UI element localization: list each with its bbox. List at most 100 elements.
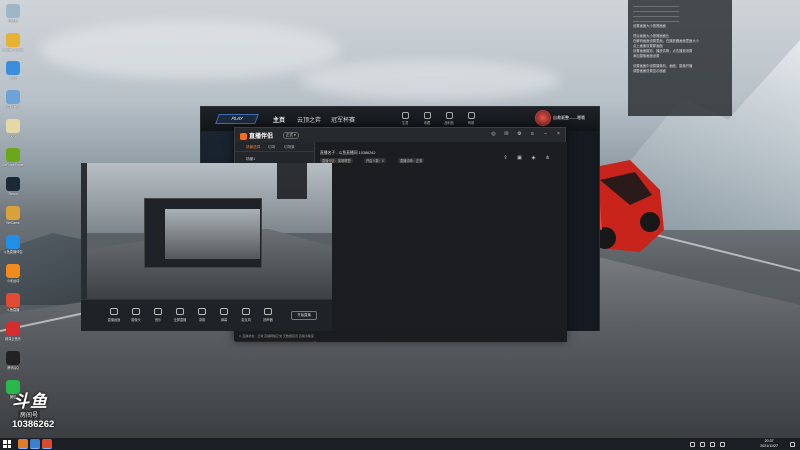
bottom-toolbar-button[interactable]: 直播画面 [105, 308, 123, 322]
tool-label: 收藏 [423, 121, 431, 125]
start-live-button[interactable]: 开始直播 [291, 311, 317, 320]
bottom-toolbar-label: 录制 [198, 318, 206, 322]
desktop-icon[interactable]: WeGame [2, 206, 24, 225]
wallpaper-cloud [300, 60, 560, 100]
version-dropdown[interactable]: 正式 ▾ [283, 132, 299, 139]
desktop-icon-label: 网易云音乐 [5, 337, 21, 341]
app-icon [6, 119, 20, 133]
app-icon [6, 4, 20, 18]
bottom-toolbar-button[interactable]: 弹幕 [215, 308, 233, 322]
taskbar-app-game[interactable] [30, 439, 40, 449]
desktop-icon[interactable]: 小米运动 [2, 264, 24, 283]
settings-icon[interactable]: ⚙ [516, 131, 523, 138]
taskbar-app-folder[interactable] [18, 439, 28, 449]
message-icon[interactable]: ✉ [503, 131, 510, 138]
minimize-icon[interactable]: – [542, 131, 549, 138]
app-icon [6, 235, 20, 249]
toolbar-icon [176, 308, 184, 315]
desktop-icon[interactable]: 网络 [2, 61, 24, 80]
bottom-toolbar-button[interactable]: 摄像头 [127, 308, 145, 322]
watermark-room: 10386262 [12, 419, 55, 430]
desktop-icon[interactable]: 网易云音乐 [2, 322, 24, 341]
toolbar-icon [220, 308, 228, 315]
desktop-icon[interactable]: GeForce Experience [2, 148, 24, 167]
bottom-toolbar-button[interactable]: 全屏直播 [171, 308, 189, 322]
play-button[interactable]: PLAY [215, 114, 259, 124]
wallpaper-cloud [40, 20, 340, 80]
toolbar-icon [198, 308, 206, 315]
avatar[interactable] [535, 110, 551, 126]
bottom-toolbar-label: 全屏直播 [173, 318, 187, 322]
stream-preview[interactable] [81, 163, 332, 299]
menu-icon[interactable]: ≡ [529, 131, 536, 138]
tool-label: 生涯 [401, 121, 409, 125]
tab-scene[interactable]: 场景选择 [246, 145, 260, 150]
input-method-icon[interactable] [720, 442, 725, 447]
nested-preview-image [165, 209, 260, 259]
taskbar-app-stream[interactable] [42, 439, 52, 449]
desktop-icon-label: 文件 [9, 134, 17, 138]
tool-profile[interactable]: 生涯 [399, 112, 411, 125]
bottom-toolbar-label: 扬声器 [263, 318, 273, 322]
toolbar-icon [154, 308, 162, 315]
bottom-toolbar-button[interactable]: 录制 [193, 308, 211, 322]
taskbar: 20:37 2021/11/27 [0, 438, 800, 450]
tab-switch-scene[interactable]: 切场景 [284, 145, 295, 150]
start-button[interactable] [3, 440, 11, 448]
nav-clash[interactable]: 冠军杯赛 [331, 115, 355, 124]
tool-collection[interactable]: 收藏 [421, 112, 433, 125]
toolbar-icon [242, 308, 250, 315]
watermark-brand: 斗鱼 [12, 392, 48, 411]
desktop-icon[interactable]: 斗鱼直播伴侣 [2, 235, 24, 254]
nav-home[interactable]: 主页 [273, 115, 285, 124]
collection-icon [423, 112, 431, 119]
desktop-icon-label: Google Chrome [2, 48, 24, 52]
bottom-toolbar-button[interactable]: 音乐 [149, 308, 167, 322]
desktop-icon-label: 斗鱼直播 [6, 308, 20, 312]
app-icon [6, 33, 20, 47]
desktop-icon[interactable]: Google Chrome [2, 33, 24, 52]
watermark-sub: 房间号 [18, 410, 41, 419]
stream-app-titlebar: 直播伴侣 正式 ▾ ◎ ✉ ⚙ ≡ – × [235, 128, 565, 142]
volume-icon[interactable] [710, 442, 715, 447]
notification-center-icon[interactable] [790, 442, 795, 447]
bell-icon[interactable]: ◈ [530, 155, 537, 162]
lock-icon[interactable]: ▣ [516, 155, 523, 162]
close-icon[interactable]: × [555, 131, 562, 138]
desktop-icon[interactable]: 控制面板 [2, 90, 24, 109]
windows-logo [7, 444, 11, 448]
desktop-icon[interactable]: Steam [2, 177, 24, 196]
scene-item[interactable]: 场景1 [246, 157, 255, 162]
desktop-icon[interactable]: 回收站 [2, 4, 24, 23]
logo-text: 直播伴侣 [249, 134, 274, 140]
notes-panel: —————————————— —————————————— ————————————… [628, 0, 732, 116]
stream-bottom-toolbar: 直播画面 摄像头 音乐 全屏直播 录制 弹幕 麦克风 扬声器 开始直播 [81, 299, 332, 331]
app-icon [6, 293, 20, 307]
nav-tft[interactable]: 云顶之弈 [297, 115, 321, 124]
tool-store[interactable]: 商城 [465, 112, 477, 125]
tool-loot[interactable]: 战利品 [443, 112, 455, 125]
desktop-icon[interactable]: 斗鱼直播 [2, 293, 24, 312]
tray-icon[interactable] [690, 442, 695, 447]
stream-main: 直播名子 - 斗鱼直播间 10386262 直播分区：英雄联盟 开启人数：0 直… [316, 142, 567, 342]
username: 自救驱整——嗯哦 [553, 115, 585, 120]
bottom-toolbar-button[interactable]: 扬声器 [259, 308, 277, 322]
desktop-icon[interactable]: 腾讯QQ [2, 351, 24, 370]
user-icon[interactable]: ◎ [490, 131, 497, 138]
bottom-toolbar-label: 摄像头 [131, 318, 141, 322]
network-icon[interactable] [700, 442, 705, 447]
toolbar-icon [110, 308, 118, 315]
share-link-icon[interactable]: ⋔ [544, 155, 551, 162]
room-tag: 直播清晰：正常 [398, 158, 425, 163]
windows-logo [3, 444, 7, 448]
tool-label: 战利品 [444, 121, 454, 125]
status-bar: 0, 直播状态：正常 直播网络正常 无数据延迟 直播清晰度 [234, 331, 566, 341]
taskbar-clock[interactable]: 20:37 2021/11/27 [760, 439, 778, 449]
desktop-icon[interactable]: 文件 [2, 119, 24, 138]
note-line: 调整画面设置显示画面 [633, 69, 666, 73]
app-icon [6, 177, 20, 191]
share-icon[interactable]: ⇪ [502, 155, 509, 162]
bottom-toolbar-button[interactable]: 麦克风 [237, 308, 255, 322]
tab-switch[interactable]: 切场 [268, 145, 275, 150]
desktop-icon-label: 网络 [9, 76, 17, 80]
